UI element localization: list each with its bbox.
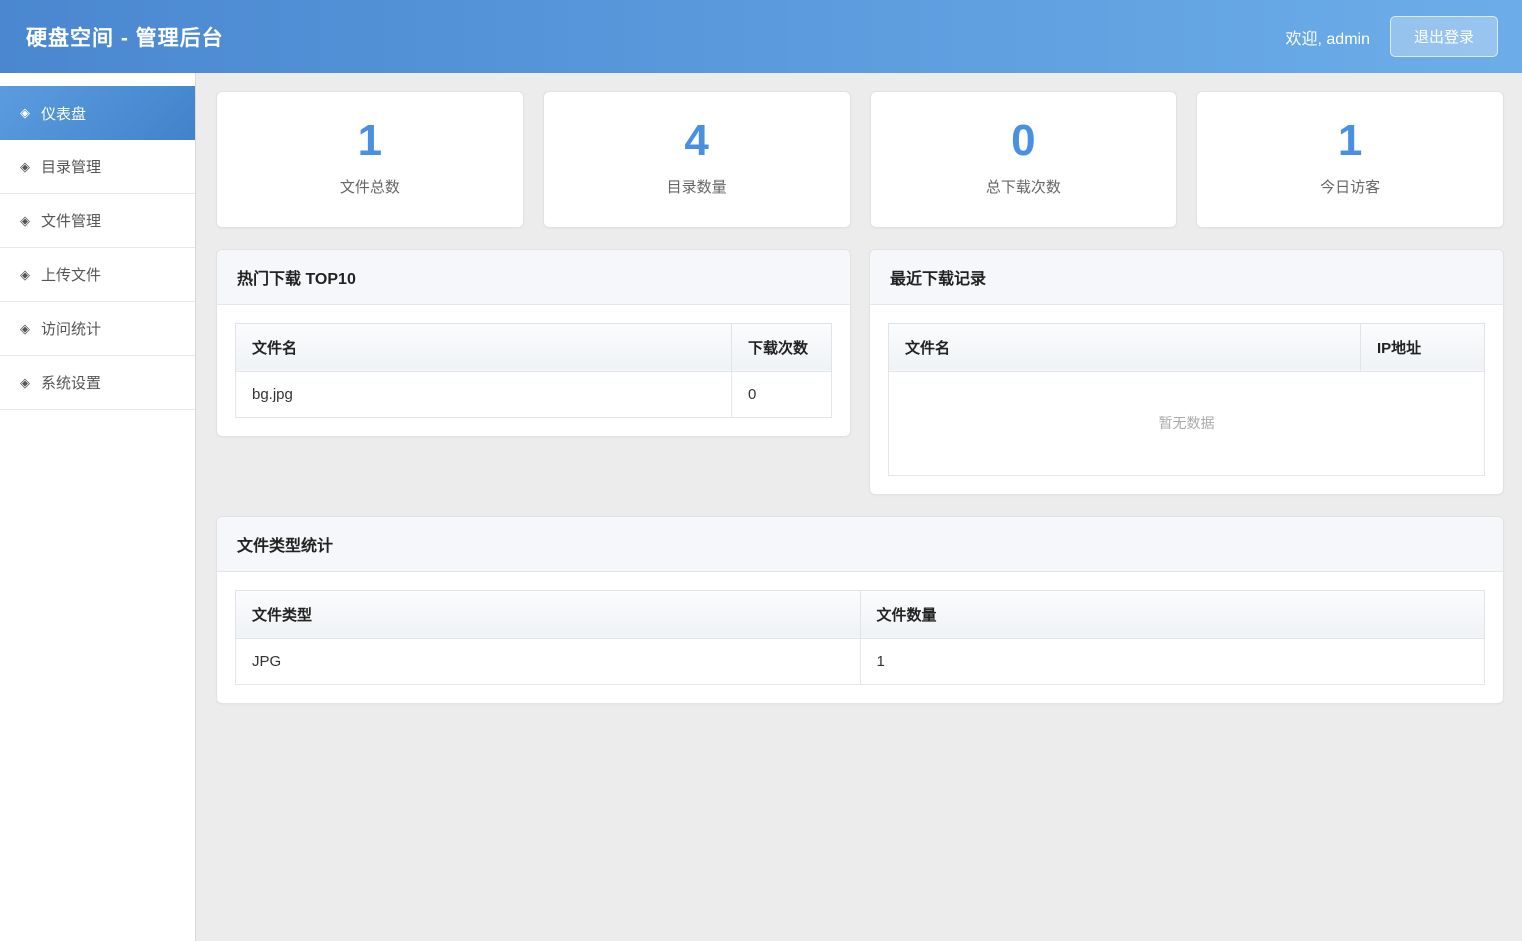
column-header-file-count: 文件数量 <box>859 589 1485 639</box>
panel-title: 最近下载记录 <box>870 249 1503 305</box>
stat-card-directory-count: 4 目录数量 <box>542 91 851 228</box>
hot-downloads-panel: 热门下载 TOP10 文件名 下载次数 bg.jpg 0 <box>216 248 851 437</box>
logout-button[interactable]: 退出登录 <box>1389 16 1498 57</box>
cell-file-type: JPG <box>235 637 861 685</box>
stat-value: 1 <box>1337 116 1363 165</box>
table-header-row: 文件名 下载次数 <box>235 322 832 372</box>
recent-downloads-table: 文件名 IP地址 暂无数据 <box>888 322 1485 476</box>
diamond-icon: ◈ <box>20 374 30 390</box>
stat-value: 1 <box>357 116 383 165</box>
sidebar-item-label: 访问统计 <box>41 321 102 338</box>
empty-row: 暂无数据 <box>888 370 1485 476</box>
file-type-stats-table: 文件类型 文件数量 JPG 1 <box>235 589 1485 685</box>
diamond-icon: ◈ <box>20 158 30 174</box>
column-header-download-count: 下载次数 <box>731 322 832 372</box>
diamond-icon: ◈ <box>20 266 30 282</box>
hot-downloads-table: 文件名 下载次数 bg.jpg 0 <box>235 322 832 418</box>
stat-card-total-downloads: 0 总下载次数 <box>869 91 1178 228</box>
cell-filename: bg.jpg <box>235 370 732 418</box>
table-row: bg.jpg 0 <box>235 370 832 418</box>
cell-download-count: 0 <box>731 370 832 418</box>
stat-value: 4 <box>684 116 709 165</box>
panel-body: 文件名 下载次数 bg.jpg 0 <box>217 305 850 436</box>
stat-label: 目录数量 <box>666 178 727 196</box>
table-row: JPG 1 <box>235 637 1485 685</box>
panel-title: 文件类型统计 <box>217 516 1503 572</box>
panel-title: 热门下载 TOP10 <box>217 249 850 305</box>
sidebar: ◈ 仪表盘 ◈ 目录管理 ◈ 文件管理 ◈ 上传文件 ◈ 访问统计 ◈ 系统设置 <box>0 73 196 941</box>
diamond-icon: ◈ <box>20 320 30 336</box>
sidebar-item-visit-statistics[interactable]: ◈ 访问统计 <box>0 302 195 356</box>
sidebar-item-upload-file[interactable]: ◈ 上传文件 <box>0 248 195 302</box>
stat-card-today-visitors: 1 今日访客 <box>1196 91 1504 228</box>
empty-state-text: 暂无数据 <box>888 370 1485 476</box>
sidebar-item-dashboard[interactable]: ◈ 仪表盘 <box>0 86 195 140</box>
sidebar-item-label: 目录管理 <box>41 159 102 176</box>
column-header-ip-address: IP地址 <box>1360 322 1485 372</box>
column-header-file-type: 文件类型 <box>235 589 861 639</box>
page-title: 硬盘空间 - 管理后台 <box>26 26 224 50</box>
stat-label: 文件总数 <box>339 178 400 196</box>
recent-downloads-panel: 最近下载记录 文件名 IP地址 暂无数据 <box>869 248 1504 495</box>
table-header-row: 文件名 IP地址 <box>888 322 1485 372</box>
stats-row: 1 文件总数 4 目录数量 0 总下载次数 1 今日访客 <box>216 91 1504 228</box>
sidebar-item-label: 上传文件 <box>41 267 102 284</box>
stat-label: 今日访客 <box>1320 178 1381 196</box>
file-type-stats-panel: 文件类型统计 文件类型 文件数量 JPG 1 <box>216 515 1504 704</box>
cell-file-count: 1 <box>859 637 1485 685</box>
panel-body: 文件名 IP地址 暂无数据 <box>870 305 1503 494</box>
main-content: 1 文件总数 4 目录数量 0 总下载次数 1 今日访客 热门下载 TOP10 <box>196 73 1522 941</box>
table-header-row: 文件类型 文件数量 <box>235 589 1485 639</box>
sidebar-item-label: 仪表盘 <box>41 105 87 123</box>
stat-value: 0 <box>1011 116 1036 165</box>
sidebar-item-label: 系统设置 <box>41 375 102 392</box>
sidebar-item-label: 文件管理 <box>41 213 102 230</box>
main-layout: ◈ 仪表盘 ◈ 目录管理 ◈ 文件管理 ◈ 上传文件 ◈ 访问统计 ◈ 系统设置 <box>0 73 1522 941</box>
column-header-filename: 文件名 <box>235 322 732 372</box>
diamond-icon: ◈ <box>20 212 30 228</box>
stat-label: 总下载次数 <box>985 178 1061 196</box>
sidebar-item-file-management[interactable]: ◈ 文件管理 <box>0 194 195 248</box>
sidebar-item-system-settings[interactable]: ◈ 系统设置 <box>0 356 195 410</box>
welcome-text: 欢迎, admin <box>1285 30 1370 48</box>
stat-card-total-files: 1 文件总数 <box>216 91 524 228</box>
diamond-icon: ◈ <box>20 105 30 120</box>
column-header-filename: 文件名 <box>888 322 1361 372</box>
panels-row: 热门下载 TOP10 文件名 下载次数 bg.jpg 0 最近下载记录 文件名 … <box>216 248 1504 495</box>
sidebar-menu: ◈ 仪表盘 ◈ 目录管理 ◈ 文件管理 ◈ 上传文件 ◈ 访问统计 ◈ 系统设置 <box>0 86 195 410</box>
app-header: 硬盘空间 - 管理后台 欢迎, admin 退出登录 <box>0 0 1522 73</box>
sidebar-item-directory-management[interactable]: ◈ 目录管理 <box>0 140 195 194</box>
panel-body: 文件类型 文件数量 JPG 1 <box>217 572 1503 703</box>
header-right: 欢迎, admin 退出登录 <box>1285 16 1498 57</box>
